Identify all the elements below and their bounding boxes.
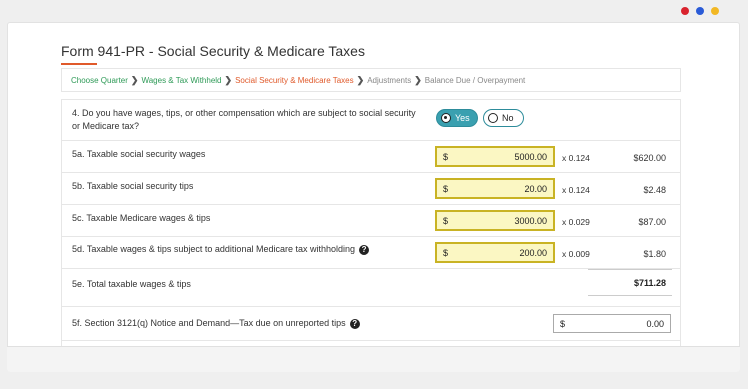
line-5c-value: 3000.00 — [514, 215, 547, 226]
question-4-row: 4. Do you have wages, tips, or other com… — [62, 100, 680, 141]
line-5a-result: $620.00 — [633, 153, 666, 163]
line-5f-value: 0.00 — [646, 318, 664, 329]
radio-selected-icon — [441, 113, 451, 123]
line-5f-label: 5f. Section 3121(q) Notice and Demand—Ta… — [72, 318, 346, 328]
line-5c-multiplier: x 0.029 — [562, 217, 590, 227]
breadcrumb-choose-quarter[interactable]: Choose Quarter — [71, 76, 128, 85]
line-5f-row: 5f. Section 3121(q) Notice and Demand—Ta… — [62, 307, 680, 341]
card-bottom-bar — [7, 346, 740, 372]
window-control-red[interactable] — [681, 7, 689, 15]
window-control-blue[interactable] — [696, 7, 704, 15]
line-5a-multiplier: x 0.124 — [562, 153, 590, 163]
help-icon[interactable]: ? — [359, 244, 370, 255]
line-5f-label-wrap: 5f. Section 3121(q) Notice and Demand—Ta… — [72, 317, 360, 330]
line-5c-input[interactable]: $ 3000.00 — [435, 210, 555, 231]
form-card: Form 941-PR - Social Security & Medicare… — [7, 22, 740, 372]
question-4-label: 4. Do you have wages, tips, or other com… — [72, 108, 416, 131]
currency-symbol: $ — [443, 247, 449, 258]
no-toggle[interactable]: No — [483, 109, 524, 127]
line-5a-label: 5a. Taxable social security wages — [72, 149, 206, 159]
breadcrumb-wages-tax-withheld[interactable]: Wages & Tax Withheld — [141, 76, 221, 85]
browser-top-bar — [0, 0, 748, 22]
line-5f-input[interactable]: $ 0.00 — [553, 314, 671, 333]
line-5a-input[interactable]: $ 5000.00 — [435, 146, 555, 167]
window-control-yellow[interactable] — [711, 7, 719, 15]
line-5b-result: $2.48 — [643, 185, 666, 195]
currency-symbol: $ — [443, 151, 449, 162]
currency-symbol: $ — [443, 215, 449, 226]
line-5e-row: 5e. Total taxable wages & tips $711.28 — [62, 269, 680, 307]
line-5e-label: 5e. Total taxable wages & tips — [72, 279, 191, 289]
line-5b-value: 20.00 — [524, 183, 547, 194]
currency-symbol: $ — [443, 183, 449, 194]
yes-label: Yes — [455, 113, 470, 123]
line-5c-result: $87.00 — [638, 217, 666, 227]
line-5b-row: 5b. Taxable social security tips $ 20.00… — [62, 173, 680, 205]
line-5b-multiplier: x 0.124 — [562, 185, 590, 195]
breadcrumb-balance-due[interactable]: Balance Due / Overpayment — [425, 76, 526, 85]
chevron-right-icon: ❯ — [414, 74, 422, 85]
chevron-right-icon: ❯ — [130, 74, 139, 85]
total-rule — [588, 269, 672, 270]
line-5d-label-wrap: 5d. Taxable wages & tips subject to addi… — [72, 243, 370, 256]
line-5e-total: $711.28 — [633, 278, 666, 288]
line-5c-label: 5c. Taxable Medicare wages & tips — [72, 213, 211, 223]
tax-form: 4. Do you have wages, tips, or other com… — [61, 99, 681, 369]
line-5d-value: 200.00 — [519, 247, 547, 258]
line-5d-multiplier: x 0.009 — [562, 249, 590, 259]
line-5d-input[interactable]: $ 200.00 — [435, 242, 555, 263]
breadcrumb-social-security-medicare[interactable]: Social Security & Medicare Taxes — [235, 76, 354, 85]
currency-symbol: $ — [560, 318, 566, 329]
breadcrumb-adjustments[interactable]: Adjustments — [367, 76, 411, 85]
title-underline — [61, 63, 97, 65]
page-title: Form 941-PR - Social Security & Medicare… — [61, 43, 365, 59]
breadcrumb: Choose Quarter ❯ Wages & Tax Withheld ❯ … — [61, 68, 681, 92]
chevron-right-icon: ❯ — [356, 74, 365, 85]
line-5a-value: 5000.00 — [514, 151, 547, 162]
chevron-right-icon: ❯ — [224, 74, 233, 85]
line-5d-row: 5d. Taxable wages & tips subject to addi… — [62, 237, 680, 269]
yes-toggle[interactable]: Yes — [436, 109, 478, 127]
radio-unselected-icon — [488, 113, 498, 123]
line-5d-result: $1.80 — [643, 249, 666, 259]
line-5b-input[interactable]: $ 20.00 — [435, 178, 555, 199]
line-5b-label: 5b. Taxable social security tips — [72, 181, 194, 191]
no-label: No — [502, 113, 514, 123]
line-5d-label: 5d. Taxable wages & tips subject to addi… — [72, 244, 356, 254]
total-underline — [588, 295, 672, 296]
line-5c-row: 5c. Taxable Medicare wages & tips $ 3000… — [62, 205, 680, 237]
help-icon[interactable]: ? — [349, 318, 360, 329]
line-5a-row: 5a. Taxable social security wages $ 5000… — [62, 141, 680, 173]
